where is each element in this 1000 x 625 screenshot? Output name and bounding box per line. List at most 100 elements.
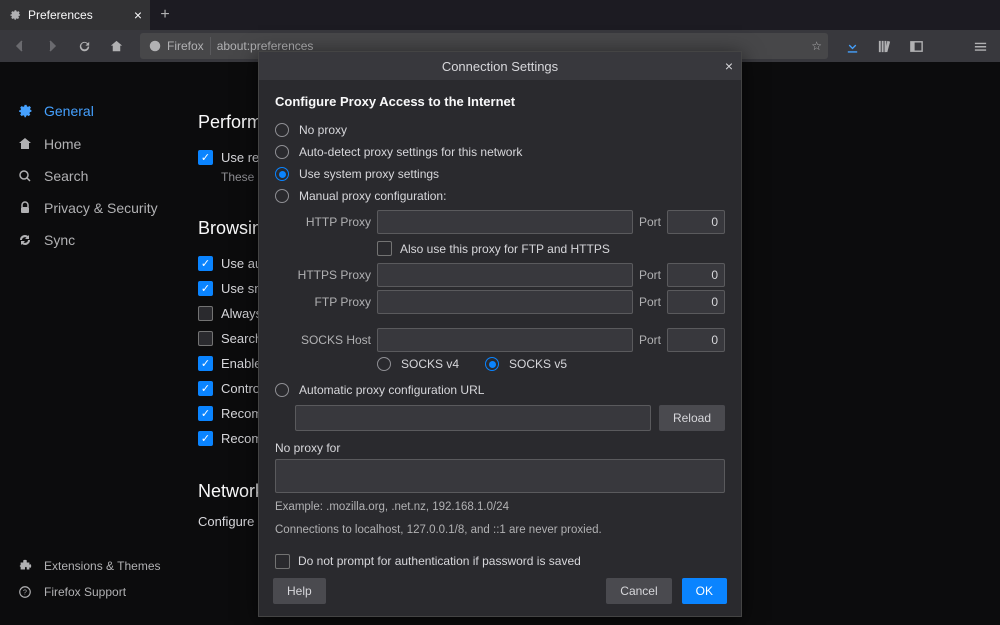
- row-label: Do not prompt for authentication if pass…: [298, 554, 581, 568]
- lock-icon: [16, 200, 34, 216]
- radio-pac-url[interactable]: Automatic proxy configuration URL: [275, 379, 725, 401]
- sidebar-item-label: Sync: [44, 232, 75, 248]
- radio-manual-proxy[interactable]: Manual proxy configuration:: [275, 185, 725, 207]
- radio-socks5[interactable]: [485, 357, 499, 371]
- gear-icon: [16, 102, 34, 120]
- radio-system-proxy[interactable]: Use system proxy settings: [275, 163, 725, 185]
- checkbox-checked-icon[interactable]: ✓: [198, 381, 213, 396]
- field-label: HTTPS Proxy: [295, 268, 371, 282]
- sidebar-item-sync[interactable]: Sync: [0, 224, 178, 256]
- localhost-note: Connections to localhost, 127.0.0.1/8, a…: [275, 522, 725, 539]
- back-button[interactable]: [6, 32, 34, 60]
- http-proxy-input[interactable]: [377, 210, 633, 234]
- radio-no-proxy[interactable]: No proxy: [275, 119, 725, 141]
- sidebar-item-general[interactable]: General: [0, 94, 178, 128]
- tab-title: Preferences: [28, 8, 93, 22]
- sidebar-item-home[interactable]: Home: [0, 128, 178, 160]
- checkbox-checked-icon[interactable]: ✓: [198, 356, 213, 371]
- no-auth-prompt-row[interactable]: Do not prompt for authentication if pass…: [275, 550, 725, 571]
- sidebar-item-extensions[interactable]: Extensions & Themes: [0, 553, 178, 579]
- sidebar-item-privacy[interactable]: Privacy & Security: [0, 192, 178, 224]
- reload-button[interactable]: Reload: [659, 405, 725, 431]
- help-icon: ?: [16, 585, 34, 599]
- radio-icon[interactable]: [275, 123, 289, 137]
- sidebar-button[interactable]: [902, 32, 930, 60]
- home-button[interactable]: [102, 32, 130, 60]
- radio-auto-detect[interactable]: Auto-detect proxy settings for this netw…: [275, 141, 725, 163]
- checkbox-icon[interactable]: [275, 554, 290, 569]
- pac-url-input[interactable]: [295, 405, 651, 431]
- radio-label: Automatic proxy configuration URL: [299, 383, 484, 397]
- radio-label: Use system proxy settings: [299, 167, 439, 181]
- tab-bar: Preferences × +: [0, 0, 1000, 30]
- radio-label: Auto-detect proxy settings for this netw…: [299, 145, 522, 159]
- close-tab-icon[interactable]: ×: [134, 7, 142, 23]
- dialog-title: Connection Settings: [442, 59, 558, 74]
- connection-settings-dialog: Connection Settings × Configure Proxy Ac…: [258, 51, 742, 617]
- ok-button[interactable]: OK: [682, 578, 727, 604]
- port-label: Port: [639, 333, 661, 347]
- search-icon: [16, 168, 34, 184]
- radio-icon[interactable]: [275, 145, 289, 159]
- radio-label: Manual proxy configuration:: [299, 189, 446, 203]
- checkbox-icon[interactable]: [377, 241, 392, 256]
- checkbox-checked-icon[interactable]: ✓: [198, 150, 213, 165]
- socks-host-input[interactable]: [377, 328, 633, 352]
- radio-icon[interactable]: [275, 383, 289, 397]
- help-button[interactable]: Help: [273, 578, 326, 604]
- svg-text:?: ?: [23, 590, 27, 597]
- https-proxy-input[interactable]: [377, 263, 633, 287]
- socks-version-row: SOCKS v4 SOCKS v5: [377, 355, 725, 379]
- checkbox-checked-icon[interactable]: ✓: [198, 256, 213, 271]
- checkbox-checked-icon[interactable]: ✓: [198, 281, 213, 296]
- https-port-input[interactable]: 0: [667, 263, 725, 287]
- field-label: FTP Proxy: [295, 295, 371, 309]
- ftp-port-input[interactable]: 0: [667, 290, 725, 314]
- no-proxy-input[interactable]: [275, 459, 725, 493]
- radio-label: No proxy: [299, 123, 347, 137]
- puzzle-icon: [16, 559, 34, 573]
- new-tab-button[interactable]: +: [150, 0, 180, 30]
- ftp-proxy-row: FTP Proxy Port 0: [295, 290, 725, 314]
- identity-label: Firefox: [167, 39, 204, 53]
- http-port-input[interactable]: 0: [667, 210, 725, 234]
- downloads-button[interactable]: [838, 32, 866, 60]
- sidebar-item-label: Firefox Support: [44, 585, 126, 599]
- sidebar-item-search[interactable]: Search: [0, 160, 178, 192]
- checkbox-checked-icon[interactable]: ✓: [198, 431, 213, 446]
- socks-port-input[interactable]: 0: [667, 328, 725, 352]
- checkbox-icon[interactable]: [198, 331, 213, 346]
- sidebar-item-label: General: [44, 103, 94, 119]
- radio-selected-icon[interactable]: [275, 167, 289, 181]
- sidebar-item-label: Search: [44, 168, 88, 184]
- bookmark-star-icon[interactable]: ☆: [811, 39, 822, 53]
- port-label: Port: [639, 268, 661, 282]
- site-identity[interactable]: Firefox: [146, 37, 211, 55]
- radio-label: SOCKS v5: [509, 357, 567, 371]
- use-for-all-row[interactable]: Also use this proxy for FTP and HTTPS: [377, 237, 725, 260]
- ftp-proxy-input[interactable]: [377, 290, 633, 314]
- http-proxy-row: HTTP Proxy Port 0: [295, 210, 725, 234]
- gear-icon: [8, 8, 22, 22]
- sidebar-item-support[interactable]: ? Firefox Support: [0, 579, 178, 605]
- active-tab[interactable]: Preferences ×: [0, 0, 150, 30]
- forward-button[interactable]: [38, 32, 66, 60]
- reload-button[interactable]: [70, 32, 98, 60]
- checkbox-checked-icon[interactable]: ✓: [198, 406, 213, 421]
- radio-socks4[interactable]: [377, 357, 391, 371]
- firefox-icon: [148, 39, 162, 53]
- dialog-heading: Configure Proxy Access to the Internet: [275, 94, 725, 109]
- menu-button[interactable]: [966, 32, 994, 60]
- home-icon: [16, 136, 34, 152]
- checkbox-icon[interactable]: [198, 306, 213, 321]
- sidebar-item-label: Privacy & Security: [44, 200, 158, 216]
- radio-icon[interactable]: [275, 189, 289, 203]
- port-label: Port: [639, 215, 661, 229]
- cancel-button[interactable]: Cancel: [606, 578, 671, 604]
- field-label: SOCKS Host: [295, 333, 371, 347]
- socks-host-row: SOCKS Host Port 0: [295, 328, 725, 352]
- close-dialog-icon[interactable]: ×: [725, 58, 733, 74]
- library-button[interactable]: [870, 32, 898, 60]
- field-label: HTTP Proxy: [295, 215, 371, 229]
- radio-label: SOCKS v4: [401, 357, 459, 371]
